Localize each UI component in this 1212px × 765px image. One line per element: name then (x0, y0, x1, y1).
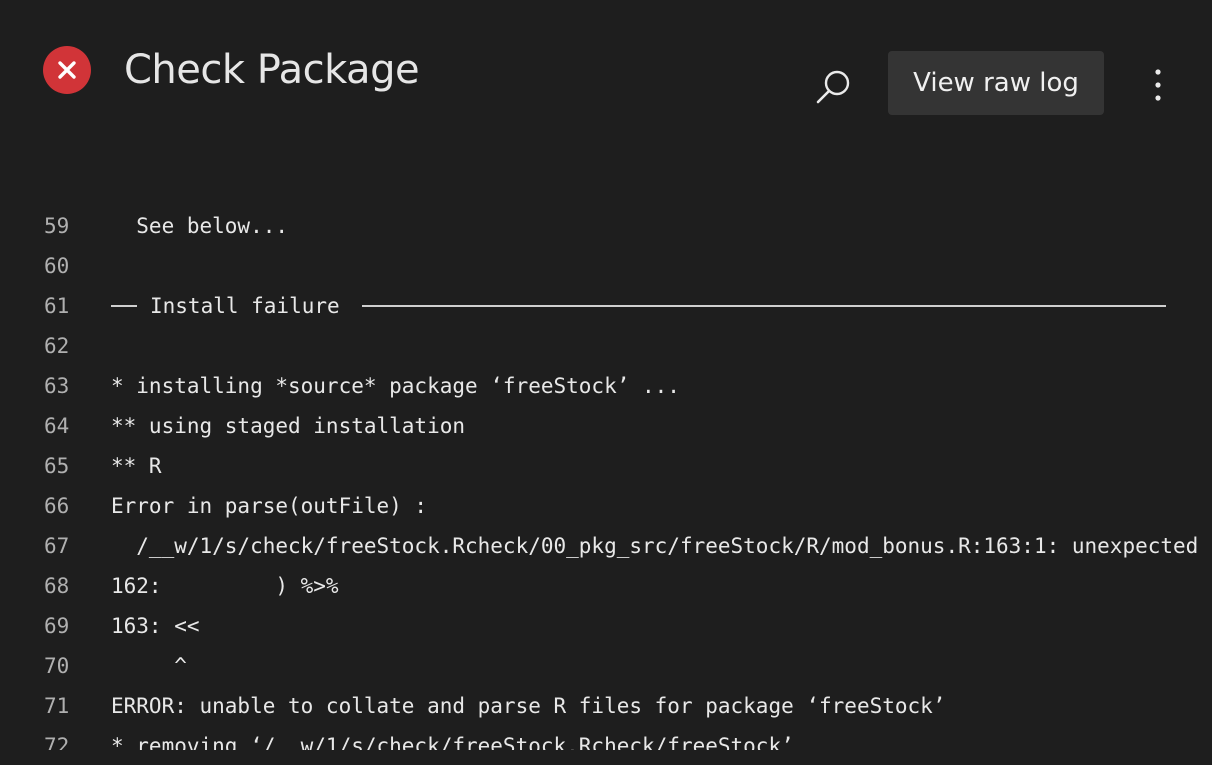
line-number: 72 (44, 734, 70, 750)
line-text: ^ (111, 654, 187, 678)
line-number: 60 (44, 254, 70, 278)
line-number: 59 (44, 214, 70, 238)
log-line: 70 ^ (0, 646, 1212, 686)
page-title: Check Package (124, 47, 420, 93)
line-number: 62 (44, 334, 70, 358)
section-rule-left (111, 305, 137, 307)
line-text: 162: ) %>% (111, 574, 339, 598)
line-number: 68 (44, 574, 70, 598)
log-line: 69 163: << (0, 606, 1212, 646)
more-vertical-icon (1155, 69, 1161, 101)
line-number: 65 (44, 454, 70, 478)
line-text: Install failure (150, 294, 340, 318)
log-line: 68 162: ) %>% (0, 566, 1212, 606)
more-options-button[interactable] (1140, 64, 1176, 108)
close-icon (58, 61, 76, 79)
log-line-section-header: 61 Install failure (0, 286, 1212, 326)
line-text: Error in parse(outFile) : (111, 494, 428, 518)
line-text: ** R (111, 454, 162, 478)
line-number: 66 (44, 494, 70, 518)
line-number: 64 (44, 414, 70, 438)
log-line: 66 Error in parse(outFile) : (0, 486, 1212, 526)
error-status-icon (43, 46, 91, 94)
line-number: 71 (44, 694, 70, 718)
log-line: 67 /__w/1/s/check/freeStock.Rcheck/00_pk… (0, 526, 1212, 566)
line-text: /__w/1/s/check/freeStock.Rcheck/00_pkg_s… (111, 534, 1199, 558)
line-number: 70 (44, 654, 70, 678)
log-line: 65 ** R (0, 446, 1212, 486)
log-line: 59 See below... (0, 206, 1212, 246)
view-raw-log-button[interactable]: View raw log (888, 51, 1104, 115)
job-header: Check Package View raw log (0, 0, 1212, 140)
line-number: 63 (44, 374, 70, 398)
line-text: * installing *source* package ‘freeStock… (111, 374, 680, 398)
log-line: 60 (0, 246, 1212, 286)
log-line: 64 ** using staged installation (0, 406, 1212, 446)
line-text: See below... (111, 214, 289, 238)
log-line: 63 * installing *source* package ‘freeSt… (0, 366, 1212, 406)
line-number: 69 (44, 614, 70, 638)
line-text: ** using staged installation (111, 414, 466, 438)
log-line: 71 ERROR: unable to collate and parse R … (0, 686, 1212, 726)
line-text: ERROR: unable to collate and parse R fil… (111, 694, 946, 718)
log-line: 72 * removing ‘/__w/1/s/check/freeStock.… (0, 726, 1212, 750)
line-number: 67 (44, 534, 70, 558)
log-output: 59 See below... 60 61 Install failure 62… (0, 206, 1212, 750)
log-line: 62 (0, 326, 1212, 366)
search-icon (816, 70, 850, 104)
section-rule-right (362, 305, 1166, 307)
line-text: 163: << (111, 614, 200, 638)
line-text: * removing ‘/__w/1/s/check/freeStock.Rch… (111, 734, 794, 750)
search-button[interactable] (814, 66, 854, 106)
line-number: 61 (44, 294, 70, 318)
